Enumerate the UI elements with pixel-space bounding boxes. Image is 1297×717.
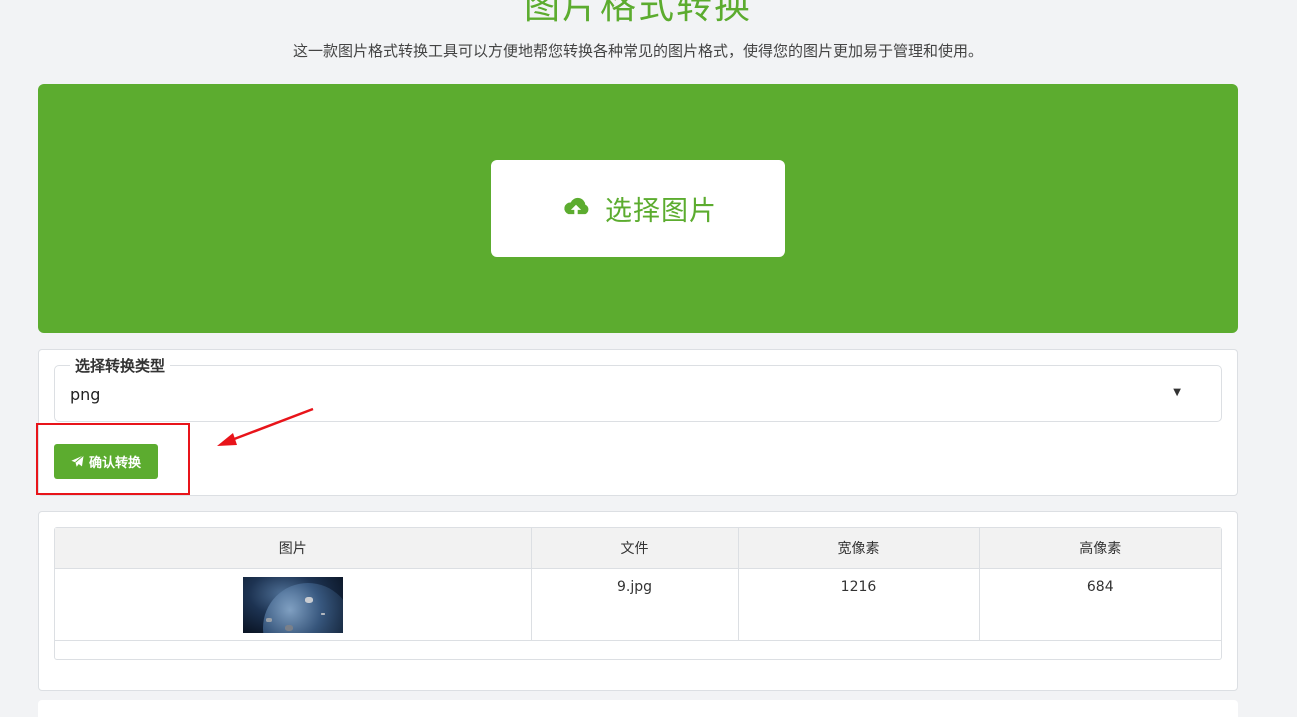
caret-down-icon: ▼	[1173, 387, 1181, 398]
table-header-row: 图片 文件 宽像素 高像素	[55, 528, 1221, 569]
convert-type-legend: 选择转换类型	[70, 357, 171, 375]
column-header-file: 文件	[531, 528, 739, 569]
next-panel-edge	[38, 700, 1238, 717]
image-cell	[55, 568, 532, 641]
page-title: 图片格式转换	[523, 0, 752, 27]
image-thumbnail	[242, 577, 343, 633]
file-cell: 9.jpg	[531, 568, 739, 641]
select-image-button[interactable]: 选择图片	[491, 160, 785, 257]
column-header-image: 图片	[55, 528, 532, 569]
convert-panel: 选择转换类型 png ▼ 确认转换	[38, 349, 1238, 496]
select-image-label: 选择图片	[605, 196, 717, 227]
convert-type-value: png	[70, 385, 101, 404]
convert-type-select[interactable]: 选择转换类型 png ▼	[54, 357, 1222, 422]
column-header-height: 高像素	[979, 528, 1221, 569]
page: 图片格式转换 这一款图片格式转换工具可以方便地帮您转换各种常见的图片格式，使得您…	[0, 0, 1297, 717]
table-row: 9.jpg 1216 684	[55, 568, 1221, 641]
page-subtitle: 这一款图片格式转换工具可以方便地帮您转换各种常见的图片格式，使得您的图片更加易于…	[292, 42, 983, 60]
result-table-wrapper: 图片 文件 宽像素 高像素 9.jpg 1216 684	[54, 527, 1222, 660]
paper-plane-icon	[71, 455, 84, 467]
result-table: 图片 文件 宽像素 高像素 9.jpg 1216 684	[55, 528, 1221, 641]
column-header-width: 宽像素	[738, 528, 980, 569]
confirm-convert-button[interactable]: 确认转换	[54, 444, 158, 479]
confirm-convert-label: 确认转换	[88, 456, 141, 471]
height-cell: 684	[979, 568, 1221, 641]
cloud-upload-icon	[564, 197, 589, 217]
result-panel: 图片 文件 宽像素 高像素 9.jpg 1216 684	[38, 511, 1238, 691]
upload-dropzone[interactable]: 选择图片	[38, 84, 1238, 333]
width-cell: 1216	[738, 568, 980, 641]
